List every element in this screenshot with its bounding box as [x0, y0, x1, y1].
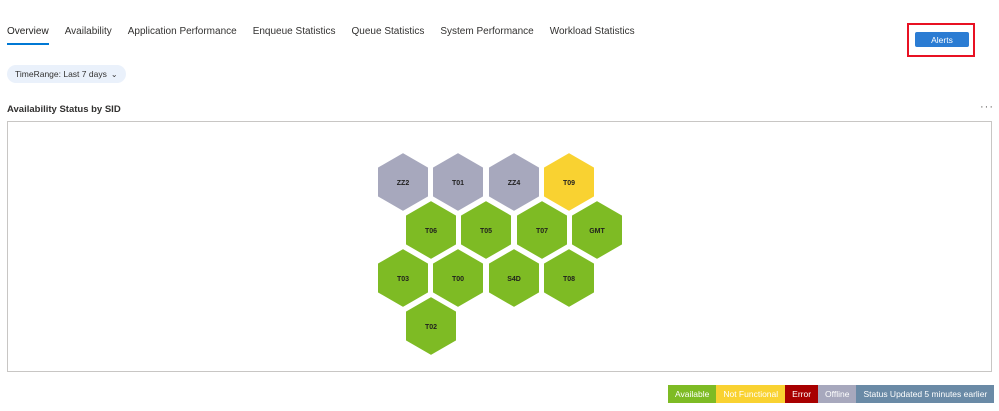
hex-label: T07: [536, 228, 548, 235]
hex-tile-t01[interactable]: T01: [431, 150, 485, 214]
hex-label: T01: [452, 180, 464, 187]
status-legend: Available Not Functional Error Offline Statu…: [668, 385, 995, 403]
hex-label: ZZ4: [508, 180, 521, 187]
hex-tile-t03[interactable]: T03: [376, 246, 430, 310]
legend-item-offline: Offline: [818, 385, 857, 403]
tab-overview[interactable]: Overview: [7, 22, 49, 45]
alerts-highlight: Alerts: [907, 23, 975, 57]
hex-map: ZZ2 T01 ZZ4 T09 T06 T05 T07 GMT T03 T00 S4D T08 T02: [376, 150, 624, 358]
legend-item-not-functional: Not Functional: [716, 385, 786, 403]
tab-availability[interactable]: Availability: [65, 22, 112, 45]
tab-application-performance[interactable]: Application Performance: [128, 22, 237, 45]
hex-tile-zz4[interactable]: ZZ4: [487, 150, 541, 214]
tab-enqueue-statistics[interactable]: Enqueue Statistics: [253, 22, 336, 45]
hex-label: ZZ2: [397, 180, 410, 187]
legend-item-error: Error: [785, 385, 819, 403]
legend-item-status-updated-5-minutes-earlier: Status Updated 5 minutes earlier: [856, 385, 995, 403]
hex-tile-gmt[interactable]: GMT: [570, 198, 624, 262]
hex-label: T06: [425, 228, 437, 235]
ellipsis-icon[interactable]: ···: [980, 101, 994, 113]
hex-tile-t07[interactable]: T07: [515, 198, 569, 262]
hex-tile-t06[interactable]: T06: [404, 198, 458, 262]
time-range-filter[interactable]: TimeRange: Last 7 days ⌄: [7, 65, 126, 83]
tab-workload-statistics[interactable]: Workload Statistics: [550, 22, 635, 45]
hex-label: GMT: [589, 228, 605, 235]
hex-label: T02: [425, 324, 437, 331]
hex-label: T09: [563, 180, 575, 187]
hex-tile-t08[interactable]: T08: [542, 246, 596, 310]
section-title: Availability Status by SID: [7, 104, 121, 115]
tab-system-performance[interactable]: System Performance: [440, 22, 533, 45]
legend-item-available: Available: [668, 385, 717, 403]
time-range-label: TimeRange: Last 7 days: [15, 69, 107, 79]
hex-label: T05: [480, 228, 492, 235]
hex-label: S4D: [507, 276, 521, 283]
alerts-button[interactable]: Alerts: [915, 32, 969, 47]
tab-bar: Overview Availability Application Performa…: [7, 22, 651, 45]
hex-label: T03: [397, 276, 409, 283]
hex-tile-t09[interactable]: T09: [542, 150, 596, 214]
hex-tile-t02[interactable]: T02: [404, 294, 458, 358]
tab-queue-statistics[interactable]: Queue Statistics: [352, 22, 425, 45]
availability-panel: ZZ2 T01 ZZ4 T09 T06 T05 T07 GMT T03 T00 S4D T08 T02: [7, 121, 992, 372]
hex-tile-s4d[interactable]: S4D: [487, 246, 541, 310]
hex-label: T08: [563, 276, 575, 283]
hex-tile-t05[interactable]: T05: [459, 198, 513, 262]
hex-tile-zz2[interactable]: ZZ2: [376, 150, 430, 214]
chevron-down-icon: ⌄: [110, 69, 118, 79]
hex-tile-t00[interactable]: T00: [431, 246, 485, 310]
hex-label: T00: [452, 276, 464, 283]
